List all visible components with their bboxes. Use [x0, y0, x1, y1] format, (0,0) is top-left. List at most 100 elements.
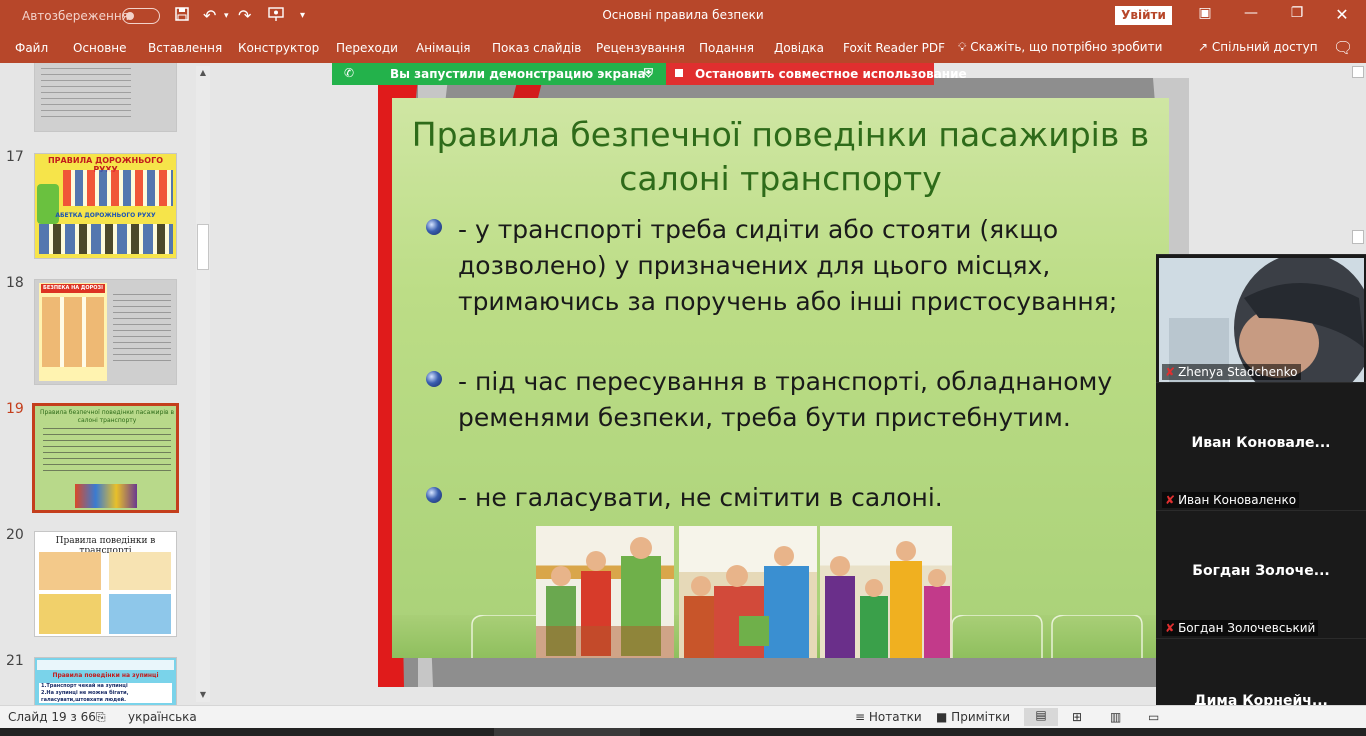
- thumbnail-picture: [75, 484, 137, 508]
- slide-picture-3[interactable]: [820, 526, 952, 658]
- slide-thumbnail-18[interactable]: БЕЗПЕКА НА ДОРОЗІ: [34, 279, 177, 385]
- tab-home[interactable]: Основне: [73, 41, 127, 55]
- thumbnail-picture: [39, 552, 101, 590]
- taskbar-strip: [0, 728, 1366, 736]
- language-indicator[interactable]: українська: [128, 710, 197, 724]
- thumbnail-picture: [109, 552, 171, 590]
- tab-slideshow[interactable]: Показ слайдів: [492, 41, 581, 55]
- video-participants-panel: ✘ Zhenya Stadchenko Иван Коновале... ✘ Ива…: [1156, 254, 1366, 736]
- tab-help[interactable]: Довідка: [774, 41, 824, 55]
- tab-file[interactable]: Файл: [15, 41, 48, 55]
- reading-view-icon[interactable]: ▥: [1110, 710, 1121, 724]
- notes-button[interactable]: ≡ Нотатки: [855, 710, 922, 724]
- ribbon-display-icon[interactable]: ▣: [1190, 5, 1220, 21]
- muted-mic-icon: ✘: [1165, 493, 1176, 507]
- tab-animations[interactable]: Анімація: [416, 41, 471, 55]
- slide-thumbnail-pane: 17 ПРАВИЛА ДОРОЖНЬОГО РУХУ АБЕТКА ДОРОЖН…: [0, 63, 215, 705]
- standing-passengers-illustration: [825, 541, 950, 658]
- slide-sorter-icon[interactable]: ⊞: [1072, 710, 1082, 724]
- title-bar: Автозбереження ↶ ▾ ↷ ▾ Основні правила б…: [0, 0, 1366, 33]
- slide-thumbnail-21[interactable]: Правила поведінки на зупинці 1.Транспорт…: [34, 657, 177, 705]
- autosave-label: Автозбереження: [22, 9, 129, 23]
- tab-review[interactable]: Рецензування: [596, 41, 685, 55]
- tab-design[interactable]: Конструктор: [238, 41, 319, 55]
- participant-name-text: Богдан Золочевський: [1178, 621, 1316, 635]
- bus-seat-illustration: [684, 546, 809, 658]
- participant-tile[interactable]: Иван Коновале... ✘ Иван Коноваленко: [1156, 382, 1366, 510]
- stop-sharing-button[interactable]: Остановить совместное использование: [666, 63, 967, 85]
- participant-tile[interactable]: ✘ Zhenya Stadchenko: [1156, 254, 1366, 382]
- thumbnail-title: Правила безпечної поведінки пасажирів в …: [39, 409, 175, 424]
- thumbnail-line: 2.На зупинці не можна бігати, галасувати…: [41, 690, 129, 703]
- share-button[interactable]: ↗ Спільний доступ: [1198, 40, 1318, 54]
- autosave-toggle[interactable]: [122, 8, 160, 24]
- slide-thumbnail-20[interactable]: Правила поведінки в транспорті: [34, 531, 177, 637]
- thumbnail-text-lines: [113, 294, 171, 364]
- ribbon: Файл Основне Вставлення Конструктор Пере…: [0, 33, 1366, 63]
- phone-icon: ✆: [344, 66, 355, 80]
- edit-scroll-thumb[interactable]: [1352, 230, 1364, 244]
- notes-label: Нотатки: [868, 710, 922, 724]
- undo-icon[interactable]: ↶: [203, 6, 216, 26]
- participant-tile[interactable]: Богдан Золоче... ✘ Богдан Золочевський: [1156, 510, 1366, 638]
- slide-number: 18: [6, 275, 24, 291]
- slide-counter: Слайд 19 з 66: [8, 710, 96, 724]
- tell-me-search[interactable]: 💡︎ Скажіть, що потрібно зробити: [958, 40, 1162, 55]
- thumbnail-picture: [109, 594, 171, 634]
- bullet-icon: [426, 487, 442, 503]
- thumbnail-scrollbar[interactable]: ▲ ▼: [196, 66, 210, 702]
- share-icon: ↗: [1198, 40, 1209, 54]
- redo-icon[interactable]: ↷: [238, 6, 251, 26]
- slide-bullet-2[interactable]: - під час пересування в транспорті, обла…: [458, 364, 1148, 436]
- tell-me-text: Скажіть, що потрібно зробити: [970, 40, 1163, 54]
- scroll-up-icon[interactable]: ▲: [196, 66, 210, 80]
- screen-share-banner[interactable]: ✆ Вы запустили демонстрацию экрана ⛨: [332, 63, 666, 85]
- stop-icon: [675, 69, 683, 77]
- slide-picture-1[interactable]: [536, 526, 674, 658]
- tab-transitions[interactable]: Переходи: [336, 41, 398, 55]
- tab-view[interactable]: Подання: [699, 41, 754, 55]
- scrollbar-thumb[interactable]: [197, 224, 209, 270]
- slideshow-view-icon[interactable]: ▭: [1148, 710, 1159, 724]
- present-icon[interactable]: [267, 6, 285, 27]
- thumbnail-picture: [39, 594, 101, 634]
- accessibility-icon[interactable]: ⎘: [96, 710, 106, 725]
- slide-bullet-3[interactable]: - не галасувати, не смітити в салоні.: [458, 480, 1148, 516]
- thumbnail-line: 1.Транспорт чекай на зупинці: [41, 683, 128, 689]
- scroll-down-icon[interactable]: ▼: [196, 688, 210, 702]
- share-label: Спільний доступ: [1211, 40, 1318, 54]
- slide-thumbnail-17[interactable]: ПРАВИЛА ДОРОЖНЬОГО РУХУ АБЕТКА ДОРОЖНЬОГ…: [34, 153, 177, 259]
- minimize-icon[interactable]: —: [1236, 5, 1266, 21]
- passengers-illustration: [536, 537, 674, 658]
- shield-icon: ⛨: [644, 66, 654, 80]
- close-icon[interactable]: ✕: [1327, 5, 1357, 24]
- slide-picture-2[interactable]: [679, 526, 817, 658]
- thumbnail-header: [37, 660, 174, 670]
- thumbnail-title: Правила поведінки на зупинці: [52, 672, 159, 679]
- customize-icon[interactable]: ▾: [300, 6, 305, 26]
- normal-view-icon[interactable]: ▤: [1024, 708, 1058, 726]
- tab-insert[interactable]: Вставлення: [148, 41, 222, 55]
- taskbar-active-item: [494, 728, 640, 736]
- participant-display-name: Богдан Золоче...: [1192, 563, 1330, 579]
- thumbnail-text: 1.Транспорт чекай на зупинці 2.На зупинц…: [39, 683, 172, 703]
- slide-number: 17: [6, 149, 24, 165]
- thumbnail-poster: БЕЗПЕКА НА ДОРОЗІ: [39, 283, 107, 381]
- thumbnail-signs-row: [39, 224, 173, 254]
- participant-name-text: Иван Коноваленко: [1178, 493, 1297, 507]
- comments-button[interactable]: ■ Примітки: [936, 710, 1010, 724]
- slide-thumbnail-19[interactable]: Правила безпечної поведінки пасажирів в …: [32, 403, 179, 513]
- tab-foxit[interactable]: Foxit Reader PDF: [843, 41, 945, 55]
- bullet-icon: [426, 219, 442, 235]
- restore-icon[interactable]: ❐: [1282, 5, 1312, 21]
- slide-title[interactable]: Правила безпечної поведінки пасажирів в …: [392, 113, 1169, 201]
- save-icon[interactable]: [174, 6, 190, 27]
- signin-button[interactable]: Увійти: [1115, 6, 1172, 25]
- slide-bullet-1[interactable]: - у транспорті треба сидіти або стояти (…: [458, 212, 1148, 320]
- comments-icon[interactable]: 🗨︎: [1333, 38, 1353, 57]
- muted-mic-icon: ✘: [1165, 621, 1176, 635]
- participant-name: ✘ Иван Коноваленко: [1162, 492, 1300, 508]
- undo-dropdown-icon[interactable]: ▾: [224, 6, 229, 26]
- edit-scroll-up[interactable]: [1352, 66, 1364, 78]
- slide-thumbnail-16[interactable]: [34, 63, 177, 132]
